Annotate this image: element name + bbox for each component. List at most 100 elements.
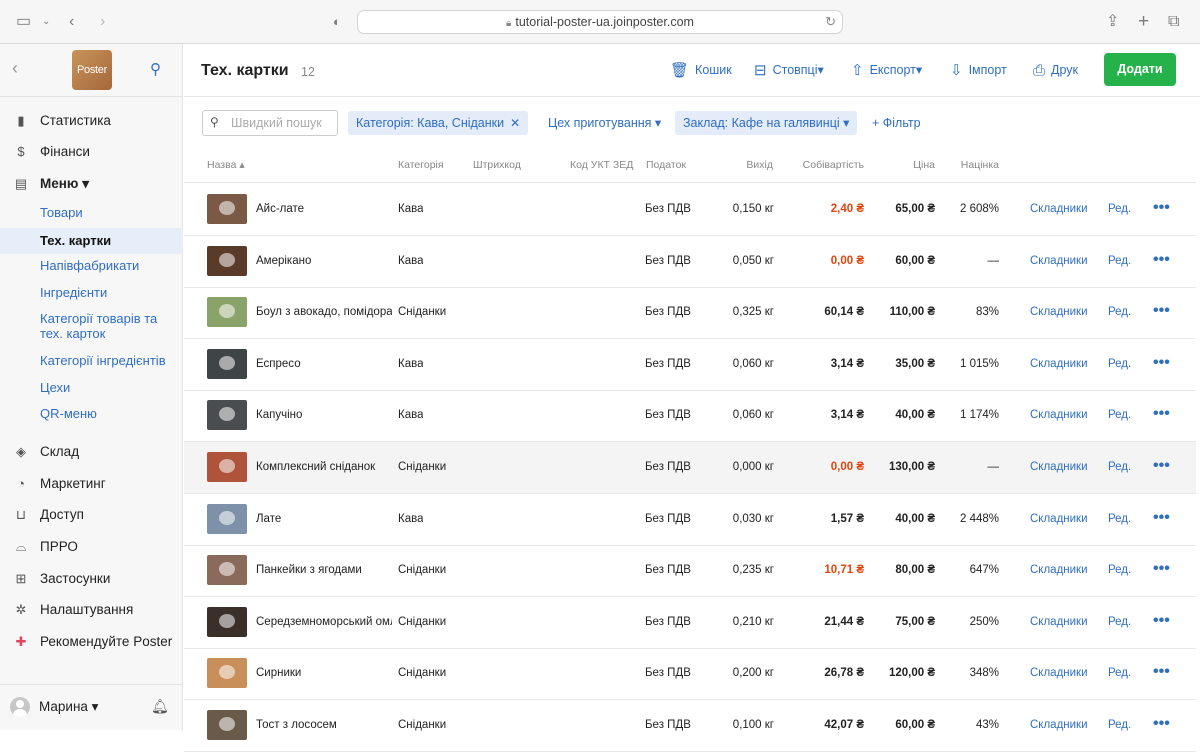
table-row[interactable]: Айс-лате Кава Без ПДВ 0,150 кг 2,40 ₴ 65,00 ₴…	[184, 184, 1196, 236]
ingredients-link[interactable]: Складники	[1030, 358, 1088, 370]
chevron-down-icon[interactable]: ⌄	[42, 12, 50, 32]
edit-link[interactable]: Ред.	[1108, 616, 1131, 628]
submenu-item-ingredient-categories[interactable]: Категорії інгредієнтів	[0, 353, 183, 368]
sidebar-item-statistics[interactable]: ▮ Статистика	[0, 108, 183, 134]
row-name[interactable]: Тост з лососем	[256, 719, 392, 731]
sidebar-item-marketing[interactable]: ◔ Маркетинг	[0, 471, 183, 497]
venue-filter-chip[interactable]: Заклад: Кафе на галявинці ▾	[675, 111, 858, 135]
edit-link[interactable]: Ред.	[1108, 358, 1131, 370]
table-row[interactable]: Тост з лососем Сніданки Без ПДВ 0,100 кг 42,…	[184, 700, 1196, 752]
forward-arrow-icon[interactable]: ›	[100, 12, 105, 32]
row-name[interactable]: Капучіно	[256, 409, 392, 421]
address-bar[interactable]: 🔒︎ tutorial-poster-ua.joinposter.com ↻	[357, 10, 843, 34]
trash-button[interactable]: 🗑︎ Кошик	[670, 62, 732, 79]
table-row[interactable]: Комплексний сніданок Сніданки Без ПДВ 0,000…	[184, 442, 1196, 494]
column-header-cost[interactable]: Собівартість	[784, 159, 864, 171]
edit-link[interactable]: Ред.	[1108, 719, 1131, 731]
sidebar-item-recommend[interactable]: ✚ Рекомендуйте Poster	[0, 629, 183, 655]
more-options-icon[interactable]: •••	[1153, 405, 1170, 423]
category-filter-chip[interactable]: Категорія: Кава, Сніданки ✕	[348, 111, 529, 135]
edit-link[interactable]: Ред.	[1108, 409, 1131, 421]
add-button[interactable]: Додати	[1104, 53, 1176, 86]
table-row[interactable]: Сирники Сніданки Без ПДВ 0,200 кг 26,78 ₴ 120…	[184, 648, 1196, 701]
table-row[interactable]: Боул з авокадо, помідорами Сніданки Без ПД…	[184, 287, 1196, 340]
more-options-icon[interactable]: •••	[1153, 715, 1170, 733]
column-header-output[interactable]: Вихід	[714, 159, 773, 171]
more-options-icon[interactable]: •••	[1153, 612, 1170, 630]
sidebar-toggle-icon[interactable]: ▭	[16, 12, 31, 32]
submenu-item-semi-finished[interactable]: Напівфабрикати	[0, 258, 183, 273]
row-name[interactable]: Сирники	[256, 667, 392, 679]
edit-link[interactable]: Ред.	[1108, 255, 1131, 267]
row-name[interactable]: Комплексний сніданок	[256, 461, 392, 473]
more-options-icon[interactable]: •••	[1153, 354, 1170, 372]
ingredients-link[interactable]: Складники	[1030, 513, 1088, 525]
more-options-icon[interactable]: •••	[1153, 457, 1170, 475]
row-name[interactable]: Панкейки з ягодами	[256, 564, 392, 576]
column-header-category[interactable]: Категорія	[398, 159, 444, 171]
new-tab-icon[interactable]: +	[1138, 12, 1149, 32]
more-options-icon[interactable]: •••	[1153, 509, 1170, 527]
edit-link[interactable]: Ред.	[1108, 667, 1131, 679]
more-options-icon[interactable]: •••	[1153, 663, 1170, 681]
share-icon[interactable]: ⇪	[1106, 12, 1119, 32]
submenu-item-ingredients[interactable]: Інгредієнти	[0, 285, 183, 300]
tabs-overview-icon[interactable]: ⧉	[1168, 12, 1179, 32]
row-name[interactable]: Айс-лате	[256, 203, 392, 215]
close-icon[interactable]: ✕	[510, 116, 520, 130]
add-filter-button[interactable]: + Фільтр	[872, 111, 921, 135]
submenu-item-product-categories[interactable]: Категорії товарів та тех. карток	[0, 311, 160, 341]
ingredients-link[interactable]: Складники	[1030, 564, 1088, 576]
table-row[interactable]: Середземноморський омлет Сніданки Без ПДВ 0…	[184, 597, 1196, 649]
sidebar-item-warehouse[interactable]: ◈ Склад	[0, 439, 183, 465]
column-header-name[interactable]: Назва ▴	[207, 159, 245, 171]
column-header-tax[interactable]: Податок	[646, 159, 686, 171]
edit-link[interactable]: Ред.	[1108, 306, 1131, 318]
ingredients-link[interactable]: Складники	[1030, 461, 1088, 473]
more-options-icon[interactable]: •••	[1153, 302, 1170, 320]
edit-link[interactable]: Ред.	[1108, 564, 1131, 576]
more-options-icon[interactable]: •••	[1153, 199, 1170, 217]
collapse-sidebar-icon[interactable]: ‹	[12, 58, 18, 79]
more-options-icon[interactable]: •••	[1153, 560, 1170, 578]
table-row[interactable]: Еспресо Кава Без ПДВ 0,060 кг 3,14 ₴ 35,00 ₴ 1…	[184, 339, 1196, 391]
submenu-item-tech-cards[interactable]: Тех. картки	[0, 228, 183, 254]
row-name[interactable]: Амерікано	[256, 255, 392, 267]
sidebar-item-access[interactable]: ⊔ Доступ	[0, 502, 183, 528]
search-input[interactable]: ⚲ Швидкий пошук	[202, 110, 338, 136]
table-row[interactable]: Амерікано Кава Без ПДВ 0,050 кг 0,00 ₴ 60,00 …	[184, 236, 1196, 288]
columns-button[interactable]: ⊟ Стовпці▾	[754, 62, 824, 79]
column-header-uktzed[interactable]: Код УКТ ЗЕД	[570, 159, 633, 171]
row-name[interactable]: Боул з авокадо, помідорами	[256, 306, 392, 318]
row-name[interactable]: Середземноморський омлет	[256, 616, 392, 628]
edit-link[interactable]: Ред.	[1108, 203, 1131, 215]
ingredients-link[interactable]: Складники	[1030, 203, 1088, 215]
sidebar-item-settings[interactable]: ✲ Налаштування	[0, 597, 183, 623]
row-name[interactable]: Еспресо	[256, 358, 392, 370]
ingredients-link[interactable]: Складники	[1030, 255, 1088, 267]
back-arrow-icon[interactable]: ‹	[69, 12, 74, 32]
import-button[interactable]: ⇩ Імпорт	[950, 62, 1007, 79]
edit-link[interactable]: Ред.	[1108, 461, 1131, 473]
logo[interactable]: Poster	[72, 50, 112, 90]
column-header-markup[interactable]: Націнка	[939, 159, 999, 171]
table-row[interactable]: Панкейки з ягодами Сніданки Без ПДВ 0,235 к…	[184, 545, 1196, 598]
ingredients-link[interactable]: Складники	[1030, 616, 1088, 628]
more-options-icon[interactable]: •••	[1153, 251, 1170, 269]
ingredients-link[interactable]: Складники	[1030, 306, 1088, 318]
sidebar-item-menu[interactable]: ▤ Меню ▾	[0, 171, 183, 197]
submenu-item-workshops[interactable]: Цехи	[0, 380, 183, 395]
bell-icon[interactable]: 🔔︎	[151, 698, 169, 715]
column-header-price[interactable]: Ціна	[884, 159, 935, 171]
pin-icon[interactable]: ⚲	[150, 60, 161, 78]
sidebar-item-prro[interactable]: ⌓ ПРРО	[0, 534, 183, 560]
avatar[interactable]	[10, 697, 30, 717]
ingredients-link[interactable]: Складники	[1030, 409, 1088, 421]
export-button[interactable]: ⇧ Експорт▾	[851, 62, 922, 79]
table-row[interactable]: Капучіно Кава Без ПДВ 0,060 кг 3,14 ₴ 40,00 ₴…	[184, 390, 1196, 443]
table-row[interactable]: Лате Кава Без ПДВ 0,030 кг 1,57 ₴ 40,00 ₴ 2 44…	[184, 494, 1196, 546]
workshop-filter[interactable]: Цех приготування ▾	[548, 111, 661, 135]
edit-link[interactable]: Ред.	[1108, 513, 1131, 525]
print-button[interactable]: ⎙ Друк	[1033, 62, 1078, 79]
submenu-item-qr-menu[interactable]: QR-меню	[0, 406, 183, 421]
